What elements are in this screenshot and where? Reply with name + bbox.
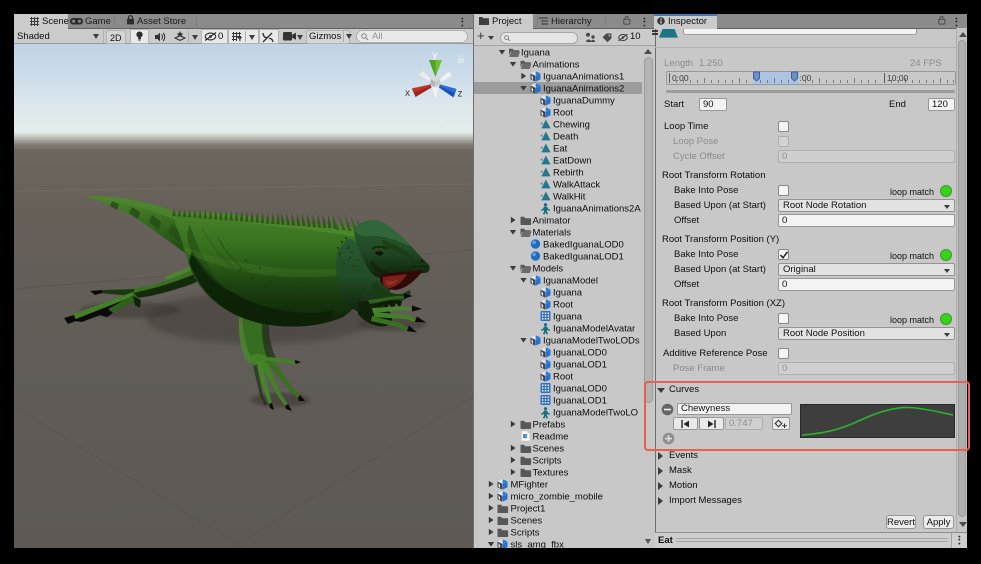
svg-text:y: y <box>432 50 438 61</box>
svg-text:x: x <box>405 88 410 99</box>
svg-text:Death: Death <box>553 132 578 143</box>
svg-text:Scenes: Scenes <box>533 444 565 455</box>
svg-text:Root: Root <box>553 372 573 383</box>
svg-text:Root: Root <box>553 300 573 311</box>
svg-text:IguanaModelTwoLODs: IguanaModelTwoLODs <box>543 336 640 347</box>
svg-text:IguanaAnimations2A: IguanaAnimations2A <box>553 204 641 215</box>
svg-text:Root: Root <box>553 108 573 119</box>
svg-text:WalkAttack: WalkAttack <box>553 180 600 191</box>
svg-text:IguanaLOD1: IguanaLOD1 <box>553 360 607 371</box>
svg-text:Rebirth: Rebirth <box>553 168 584 179</box>
svg-text:Models: Models <box>533 264 564 275</box>
svg-text:Chewing: Chewing <box>553 120 590 131</box>
svg-text:z: z <box>458 89 463 100</box>
svg-text:10:00: 10:00 <box>887 73 909 83</box>
svg-text:Iguana: Iguana <box>553 288 583 299</box>
svg-text:Eat: Eat <box>553 144 568 155</box>
svg-text:MFighter: MFighter <box>511 480 548 491</box>
svg-text:IguanaDummy: IguanaDummy <box>553 96 615 107</box>
svg-text:IguanaModelTwoLO: IguanaModelTwoLO <box>553 408 638 419</box>
svg-text:IguanaLOD0: IguanaLOD0 <box>553 348 607 359</box>
svg-text:IguanaAnimations2: IguanaAnimations2 <box>543 84 624 95</box>
svg-text:BakedIguanaLOD1: BakedIguanaLOD1 <box>543 252 624 263</box>
svg-text:IguanaModel: IguanaModel <box>543 276 598 287</box>
svg-text:Animations: Animations <box>533 60 580 71</box>
svg-text:Project1: Project1 <box>511 504 546 515</box>
svg-text:IguanaLOD1: IguanaLOD1 <box>553 396 607 407</box>
svg-text:Scripts: Scripts <box>533 456 562 467</box>
svg-text:IguanaAnimations1: IguanaAnimations1 <box>543 72 624 83</box>
svg-text:0:00: 0:00 <box>672 73 689 83</box>
svg-text:Readme: Readme <box>533 432 569 443</box>
svg-text:Animator: Animator <box>533 216 571 227</box>
svg-text:BakedIguanaLOD0: BakedIguanaLOD0 <box>543 240 624 251</box>
svg-text::00: :00 <box>800 73 812 83</box>
svg-text:EatDown: EatDown <box>553 156 592 167</box>
svg-text:Scripts: Scripts <box>511 528 540 539</box>
svg-text:Textures: Textures <box>533 468 569 479</box>
svg-text:micro_zombie_mobile: micro_zombie_mobile <box>511 492 603 503</box>
svg-text:Materials: Materials <box>533 228 572 239</box>
svg-text:IguanaLOD0: IguanaLOD0 <box>553 384 607 395</box>
svg-text:WalkHit: WalkHit <box>553 192 586 203</box>
svg-text:Iguana: Iguana <box>521 48 551 59</box>
svg-text:Iguana: Iguana <box>553 312 583 323</box>
svg-text:IguanaModelAvatar: IguanaModelAvatar <box>553 324 635 335</box>
svg-text:Prefabs: Prefabs <box>533 420 566 431</box>
svg-text:Scenes: Scenes <box>511 516 543 527</box>
svg-text:sls_amg_fbx: sls_amg_fbx <box>511 540 565 549</box>
